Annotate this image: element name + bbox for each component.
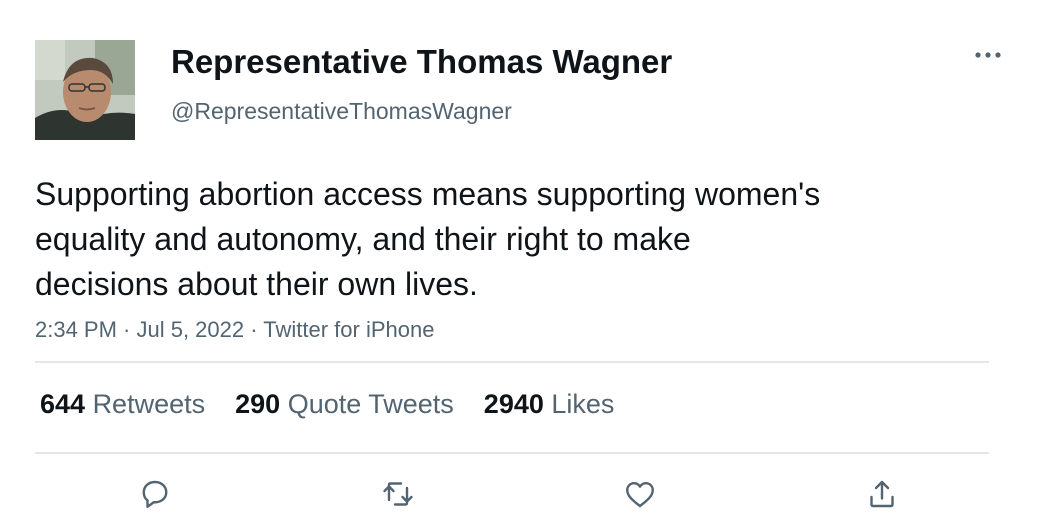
tweet-timestamp[interactable]: 2:34 PM · Jul 5, 2022 · Twitter for iPho… bbox=[35, 315, 434, 345]
quote-tweets-stat[interactable]: 290 Quote Tweets bbox=[235, 387, 454, 421]
like-icon bbox=[626, 482, 654, 508]
quote-tweets-label: Quote Tweets bbox=[287, 389, 454, 419]
retweets-count: 644 bbox=[40, 389, 93, 419]
reply-button[interactable] bbox=[135, 474, 175, 514]
retweet-icon bbox=[383, 482, 413, 506]
more-options-icon[interactable] bbox=[968, 40, 1008, 70]
tweet-text-line: Supporting abortion access means support… bbox=[35, 176, 821, 212]
quote-tweets-count: 290 bbox=[235, 389, 288, 419]
retweet-button[interactable] bbox=[378, 474, 418, 514]
reply-icon bbox=[142, 480, 168, 508]
divider bbox=[35, 361, 989, 363]
tweet-text: Supporting abortion access means support… bbox=[35, 172, 975, 307]
likes-count: 2940 bbox=[483, 389, 552, 419]
likes-label: Likes bbox=[551, 389, 615, 419]
divider bbox=[35, 452, 989, 454]
share-icon bbox=[870, 480, 894, 508]
share-button[interactable] bbox=[862, 474, 902, 514]
avatar[interactable] bbox=[35, 40, 135, 140]
retweets-label: Retweets bbox=[92, 389, 206, 419]
likes-stat[interactable]: 2940 Likes bbox=[484, 387, 615, 421]
like-button[interactable] bbox=[620, 474, 660, 514]
retweets-stat[interactable]: 644 Retweets bbox=[40, 387, 205, 421]
profile-photo bbox=[35, 40, 135, 140]
user-handle[interactable]: @RepresentativeThomasWagner bbox=[171, 96, 512, 126]
engagement-stats: 644 Retweets 290 Quote Tweets 2940 Likes bbox=[40, 387, 644, 421]
display-name[interactable]: Representative Thomas Wagner bbox=[171, 42, 672, 82]
tweet-text-line: equality and autonomy, and their right t… bbox=[35, 221, 691, 257]
tweet-text-line: decisions about their own lives. bbox=[35, 266, 478, 302]
